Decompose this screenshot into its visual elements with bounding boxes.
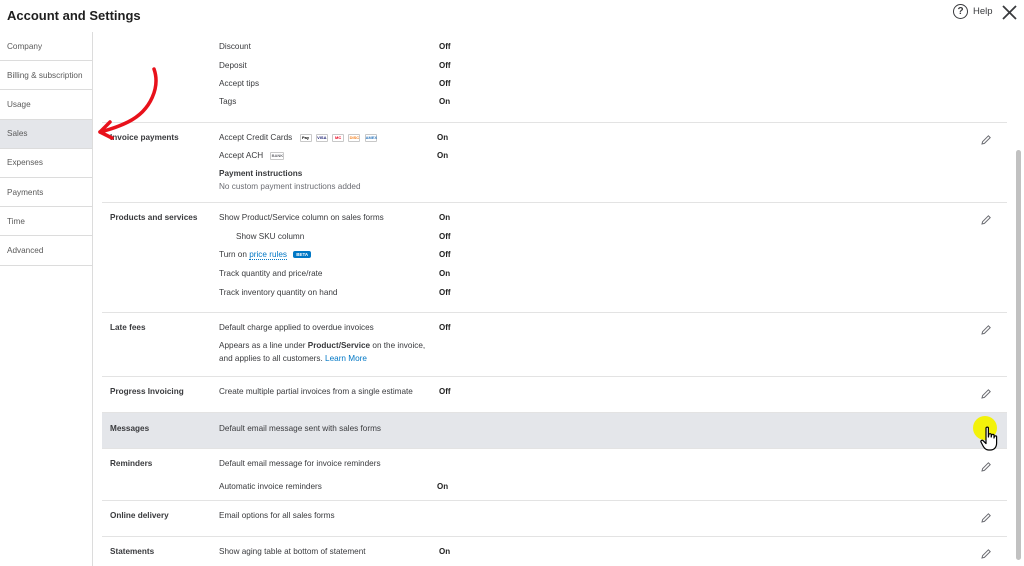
settings-sidebar: Company Billing & subscription Usage Sal… xyxy=(0,32,93,566)
deposit-value: Off xyxy=(439,61,451,70)
progress-invoicing-label: Create multiple partial invoices from a … xyxy=(219,387,413,396)
deposit-label: Deposit xyxy=(219,61,247,70)
header: Account and Settings ? Help xyxy=(0,0,1024,32)
automatic-reminders-label: Automatic invoice reminders xyxy=(219,482,322,491)
credit-cards-value: On xyxy=(437,133,449,142)
track-inventory-value: Off xyxy=(439,288,451,297)
sales-form-content-section[interactable]: Discount Off Deposit Off Accept tips Off… xyxy=(102,32,1007,123)
reminders-section[interactable]: Reminders Default email message for invo… xyxy=(102,449,1007,501)
price-rules-link[interactable]: price rules xyxy=(249,250,287,260)
pencil-icon[interactable] xyxy=(980,512,992,524)
sales-settings-content: Discount Off Deposit Off Accept tips Off… xyxy=(102,32,1007,566)
sku-value: Off xyxy=(439,232,451,241)
pencil-icon[interactable] xyxy=(980,324,992,336)
scrollbar-thumb[interactable] xyxy=(1016,150,1021,560)
pencil-icon[interactable] xyxy=(980,388,992,400)
sidebar-item-payments[interactable]: Payments xyxy=(0,178,92,208)
help-button[interactable]: ? Help xyxy=(953,4,993,19)
statements-title: Statements xyxy=(110,547,155,556)
online-delivery-label: Email options for all sales forms xyxy=(219,511,335,520)
apple-pay-icon: Pay xyxy=(299,133,312,142)
tags-value: On xyxy=(439,97,451,106)
progress-invoicing-value: Off xyxy=(439,387,451,396)
statements-section[interactable]: Statements Show aging table at bottom of… xyxy=(102,537,1007,566)
track-qty-label: Track quantity and price/rate xyxy=(219,269,323,278)
late-fee-description-line2: and applies to all customers. Learn More xyxy=(219,354,367,363)
learn-more-link[interactable]: Learn More xyxy=(325,354,367,363)
page-title: Account and Settings xyxy=(7,8,141,23)
price-rules-prefix: Turn on xyxy=(219,250,247,259)
track-qty-value: On xyxy=(439,269,451,278)
progress-invoicing-title: Progress Invoicing xyxy=(110,387,184,396)
show-product-column-value: On xyxy=(439,213,451,222)
messages-title: Messages xyxy=(110,424,150,433)
sidebar-item-usage[interactable]: Usage xyxy=(0,90,92,120)
pencil-icon[interactable] xyxy=(980,214,992,226)
ach-label: Accept ACH xyxy=(219,151,264,160)
pencil-icon[interactable] xyxy=(980,548,992,560)
price-rules-value: Off xyxy=(439,250,451,259)
payment-instructions-title: Payment instructions xyxy=(219,169,303,178)
sidebar-item-company[interactable]: Company xyxy=(0,32,92,62)
late-fee-desc-text-2: and applies to all customers. xyxy=(219,354,323,363)
invoice-payments-section[interactable]: Invoice payments Accept Credit Cards Pay… xyxy=(102,123,1007,203)
late-fee-desc-text: Appears as a line under xyxy=(219,341,308,350)
late-fee-default-label: Default charge applied to overdue invoic… xyxy=(219,323,374,332)
online-delivery-section[interactable]: Online delivery Email options for all sa… xyxy=(102,501,1007,537)
beta-badge: BETA xyxy=(293,251,312,259)
late-fee-description-line1: Appears as a line under Product/Service … xyxy=(219,341,425,350)
sidebar-item-expenses[interactable]: Expenses xyxy=(0,149,92,178)
track-inventory-label: Track inventory quantity on hand xyxy=(219,288,338,297)
sidebar-item-time[interactable]: Time xyxy=(0,207,92,237)
payment-instructions-text: No custom payment instructions added xyxy=(219,182,361,191)
show-product-column-label: Show Product/Service column on sales for… xyxy=(219,213,384,222)
credit-cards-label: Accept Credit Cards xyxy=(219,133,293,142)
sku-label: Show SKU column xyxy=(236,232,305,241)
progress-invoicing-section[interactable]: Progress Invoicing Create multiple parti… xyxy=(102,377,1007,413)
aging-table-label: Show aging table at bottom of statement xyxy=(219,547,366,556)
credit-cards-row: Accept Credit Cards Pay VISA MC DISC AME… xyxy=(219,133,377,142)
late-fees-section[interactable]: Late fees Default charge applied to over… xyxy=(102,313,1007,377)
annotation-arrow xyxy=(98,67,158,140)
discover-icon: DISC xyxy=(348,133,361,142)
late-fee-desc-text-end: on the invoice, xyxy=(370,341,426,350)
mastercard-icon: MC xyxy=(332,133,345,142)
amex-icon: AMEX xyxy=(364,133,378,142)
products-services-title: Products and services xyxy=(110,213,198,222)
pencil-icon[interactable] xyxy=(980,134,992,146)
help-circle-icon: ? xyxy=(953,4,968,19)
visa-icon: VISA xyxy=(315,133,328,142)
ach-row: Accept ACH BANK xyxy=(219,151,285,160)
close-icon[interactable] xyxy=(1001,4,1018,21)
online-delivery-title: Online delivery xyxy=(110,511,169,520)
sidebar-item-advanced[interactable]: Advanced xyxy=(0,236,92,266)
reminders-default-email: Default email message for invoice remind… xyxy=(219,459,381,468)
ach-value: On xyxy=(437,151,449,160)
sidebar-item-billing[interactable]: Billing & subscription xyxy=(0,61,92,91)
sidebar-item-sales[interactable]: Sales xyxy=(0,119,92,149)
tags-label: Tags xyxy=(219,97,237,106)
discount-label: Discount xyxy=(219,42,251,51)
tips-value: Off xyxy=(439,79,451,88)
price-rules-row: Turn on price rules BETA xyxy=(219,250,312,260)
tips-label: Accept tips xyxy=(219,79,260,88)
late-fees-title: Late fees xyxy=(110,323,146,332)
help-label: Help xyxy=(973,6,993,17)
pencil-icon[interactable] xyxy=(980,461,992,473)
hand-pointer-icon xyxy=(980,426,998,451)
discount-value: Off xyxy=(439,42,451,51)
messages-default-email: Default email message sent with sales fo… xyxy=(219,424,381,433)
bank-icon: BANK xyxy=(270,151,285,160)
messages-section[interactable]: Messages Default email message sent with… xyxy=(102,413,1007,449)
late-fee-desc-bold: Product/Service xyxy=(307,341,371,350)
products-services-section[interactable]: Products and services Show Product/Servi… xyxy=(102,203,1007,313)
automatic-reminders-value: On xyxy=(437,482,449,491)
reminders-title: Reminders xyxy=(110,459,153,468)
aging-table-value: On xyxy=(439,547,451,556)
late-fee-default-value: Off xyxy=(439,323,451,332)
